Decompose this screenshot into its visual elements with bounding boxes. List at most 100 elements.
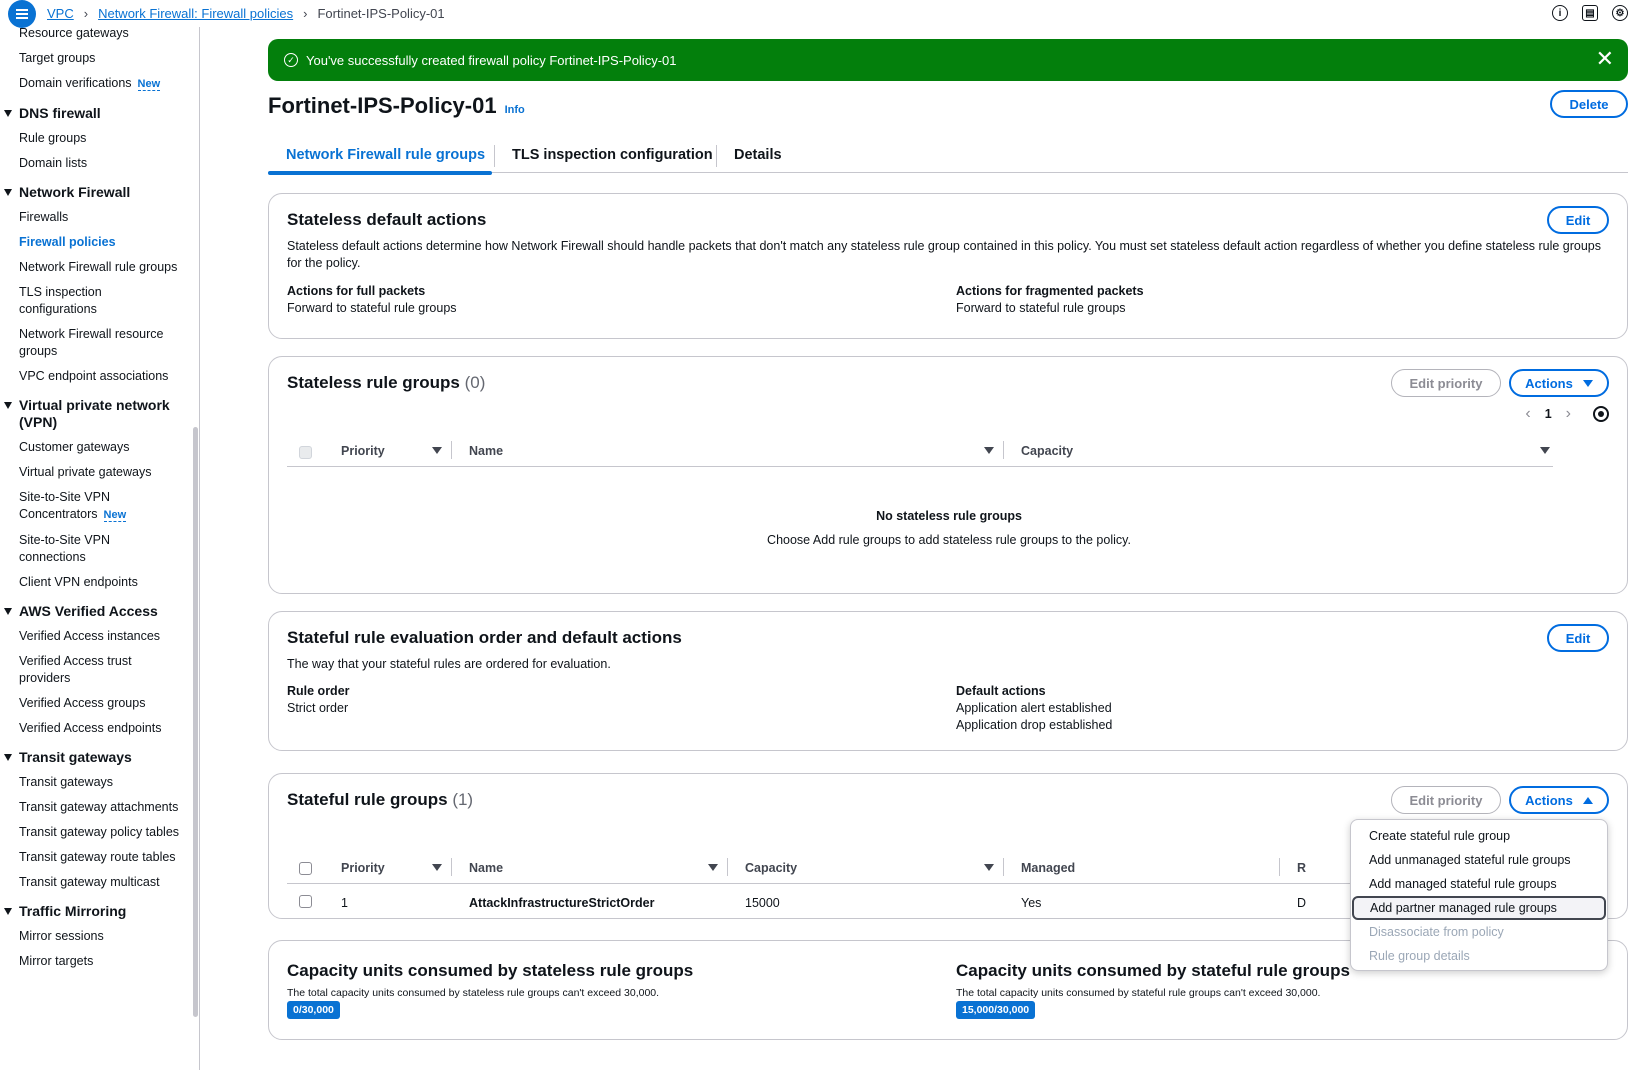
sort-icon[interactable] bbox=[432, 864, 442, 871]
column-divider[interactable] bbox=[727, 858, 728, 876]
sidebar-item[interactable]: Target groups bbox=[0, 46, 188, 71]
column-divider[interactable] bbox=[1003, 858, 1004, 876]
delete-button[interactable]: Delete bbox=[1550, 90, 1628, 118]
sidebar-item[interactable]: Site-to-Site VPN Concentrators New bbox=[0, 485, 188, 528]
sidebar-item[interactable]: Transit gateway attachments bbox=[0, 795, 188, 820]
new-badge[interactable]: New bbox=[137, 78, 161, 91]
close-icon[interactable]: ✕ bbox=[1596, 48, 1614, 70]
column-divider[interactable] bbox=[451, 441, 452, 459]
menu-item[interactable]: Add partner managed rule groups bbox=[1352, 896, 1606, 920]
sidebar-item-label: Client VPN endpoints bbox=[19, 575, 138, 589]
rule-order-label: Rule order bbox=[287, 684, 350, 698]
new-badge[interactable]: New bbox=[103, 509, 127, 522]
breadcrumb-firewall-policies[interactable]: Network Firewall: Firewall policies bbox=[98, 6, 293, 21]
menu-item[interactable]: Create stateful rule group bbox=[1351, 824, 1607, 848]
gear-icon[interactable] bbox=[1593, 406, 1609, 422]
breadcrumb-current: Fortinet-IPS-Policy-01 bbox=[317, 6, 445, 21]
column-capacity[interactable]: Capacity bbox=[1021, 444, 1073, 458]
sort-icon[interactable] bbox=[1540, 447, 1550, 454]
sidebar-section-header[interactable]: DNS firewall bbox=[0, 97, 188, 126]
sidebar-section-header[interactable]: AWS Verified Access bbox=[0, 595, 188, 624]
sidebar-item[interactable]: Mirror targets bbox=[0, 949, 188, 974]
sidebar-item[interactable]: Customer gateways bbox=[0, 435, 188, 460]
sidebar-item[interactable]: Mirror sessions bbox=[0, 924, 188, 949]
column-capacity[interactable]: Capacity bbox=[745, 861, 797, 875]
sidebar-divider bbox=[199, 27, 200, 1070]
tab-rule-groups[interactable]: Network Firewall rule groups bbox=[268, 137, 492, 175]
sidebar-item[interactable]: TLS inspection configurations bbox=[0, 280, 188, 322]
stateful-capacity-badge: 15,000/30,000 bbox=[956, 1001, 1036, 1019]
sidebar-item-label: Verified Access groups bbox=[19, 696, 146, 710]
menu-item[interactable]: Add managed stateful rule groups bbox=[1351, 872, 1607, 896]
page-number[interactable]: 1 bbox=[1545, 407, 1552, 421]
sidebar-section-header[interactable]: Virtual private network (VPN) bbox=[0, 389, 188, 435]
sort-icon[interactable] bbox=[984, 447, 994, 454]
column-name[interactable]: Name bbox=[469, 861, 503, 875]
row-checkbox[interactable] bbox=[299, 895, 312, 908]
sidebar-item[interactable]: Resource gateways bbox=[0, 27, 188, 46]
sidebar-item-label: Network Firewall resource groups bbox=[19, 327, 164, 358]
breadcrumb-vpc[interactable]: VPC bbox=[47, 6, 74, 21]
sidebar-item[interactable]: Virtual private gateways bbox=[0, 460, 188, 485]
sidebar-scrollbar[interactable] bbox=[193, 427, 198, 1017]
sidebar-item[interactable]: Transit gateways bbox=[0, 770, 188, 795]
sidebar-section-header[interactable]: Network Firewall bbox=[0, 176, 188, 205]
select-all-checkbox bbox=[299, 446, 312, 459]
sidebar-section-header[interactable]: Traffic Mirroring bbox=[0, 895, 188, 924]
feedback-icon[interactable]: ▤ bbox=[1582, 5, 1598, 21]
sort-icon[interactable] bbox=[984, 864, 994, 871]
sidebar-item[interactable]: Transit gateway multicast bbox=[0, 870, 188, 895]
info-link[interactable]: Info bbox=[505, 104, 525, 116]
sidebar-section-header[interactable]: Transit gateways bbox=[0, 741, 188, 770]
column-priority[interactable]: Priority bbox=[341, 444, 385, 458]
sidebar-item[interactable]: Rule groups bbox=[0, 126, 188, 151]
panel-description: The way that your stateful rules are ord… bbox=[287, 657, 611, 671]
sidebar-item[interactable]: Firewall policies bbox=[0, 230, 188, 255]
sort-icon[interactable] bbox=[708, 864, 718, 871]
pagination: ‹ 1 › bbox=[1525, 405, 1609, 423]
sidebar-item[interactable]: Network Firewall rule groups bbox=[0, 255, 188, 280]
chevron-right-icon[interactable]: › bbox=[1566, 405, 1571, 423]
sidebar-item[interactable]: Site-to-Site VPN connections bbox=[0, 528, 188, 570]
column-r[interactable]: R bbox=[1297, 861, 1306, 875]
stateful-capacity-desc: The total capacity units consumed by sta… bbox=[956, 987, 1321, 999]
sidebar-item[interactable]: Transit gateway policy tables bbox=[0, 820, 188, 845]
column-divider[interactable] bbox=[451, 858, 452, 876]
column-divider[interactable] bbox=[1279, 858, 1280, 876]
sidebar-item-label: Resource gateways bbox=[19, 27, 129, 40]
edit-priority-button[interactable]: Edit priority bbox=[1391, 369, 1501, 397]
tab-details[interactable]: Details bbox=[734, 137, 782, 173]
edit-button[interactable]: Edit bbox=[1547, 624, 1609, 652]
tab-tls-inspection[interactable]: TLS inspection configuration bbox=[512, 137, 713, 173]
chevron-left-icon[interactable]: ‹ bbox=[1525, 405, 1530, 423]
column-managed[interactable]: Managed bbox=[1021, 861, 1075, 875]
sidebar-item[interactable]: VPC endpoint associations bbox=[0, 364, 188, 389]
sidebar-item[interactable]: Client VPN endpoints bbox=[0, 570, 188, 595]
sidebar-item[interactable]: Firewalls bbox=[0, 205, 188, 230]
sort-icon[interactable] bbox=[432, 447, 442, 454]
sidebar-item[interactable]: Verified Access groups bbox=[0, 691, 188, 716]
menu-item[interactable]: Add unmanaged stateful rule groups bbox=[1351, 848, 1607, 872]
sidebar-item[interactable]: Verified Access trust providers bbox=[0, 649, 188, 691]
select-all-checkbox[interactable] bbox=[299, 862, 312, 875]
stateless-table: Priority Name Capacity bbox=[287, 437, 1553, 477]
sidebar-item[interactable]: Domain lists bbox=[0, 151, 188, 176]
column-divider[interactable] bbox=[1003, 441, 1004, 459]
sidebar-item-label: Transit gateway route tables bbox=[19, 850, 176, 864]
edit-priority-button[interactable]: Edit priority bbox=[1391, 786, 1501, 814]
column-name[interactable]: Name bbox=[469, 444, 503, 458]
cell-name[interactable]: AttackInfrastructureStrictOrder bbox=[469, 896, 654, 910]
column-priority[interactable]: Priority bbox=[341, 861, 385, 875]
actions-button[interactable]: Actions bbox=[1509, 786, 1609, 814]
sidebar-item[interactable]: Transit gateway route tables bbox=[0, 845, 188, 870]
settings-icon[interactable]: ⚙ bbox=[1612, 5, 1628, 21]
sidebar-item[interactable]: Network Firewall resource groups bbox=[0, 322, 188, 364]
sidebar-item[interactable]: Verified Access endpoints bbox=[0, 716, 188, 741]
sidebar-item[interactable]: Domain verifications New bbox=[0, 71, 188, 97]
edit-button[interactable]: Edit bbox=[1547, 206, 1609, 234]
menu-icon[interactable] bbox=[8, 0, 36, 28]
actions-button[interactable]: Actions bbox=[1509, 369, 1609, 397]
sidebar-item[interactable]: Verified Access instances bbox=[0, 624, 188, 649]
info-icon[interactable]: i bbox=[1552, 5, 1568, 21]
stateless-capacity-badge: 0/30,000 bbox=[287, 1001, 340, 1019]
